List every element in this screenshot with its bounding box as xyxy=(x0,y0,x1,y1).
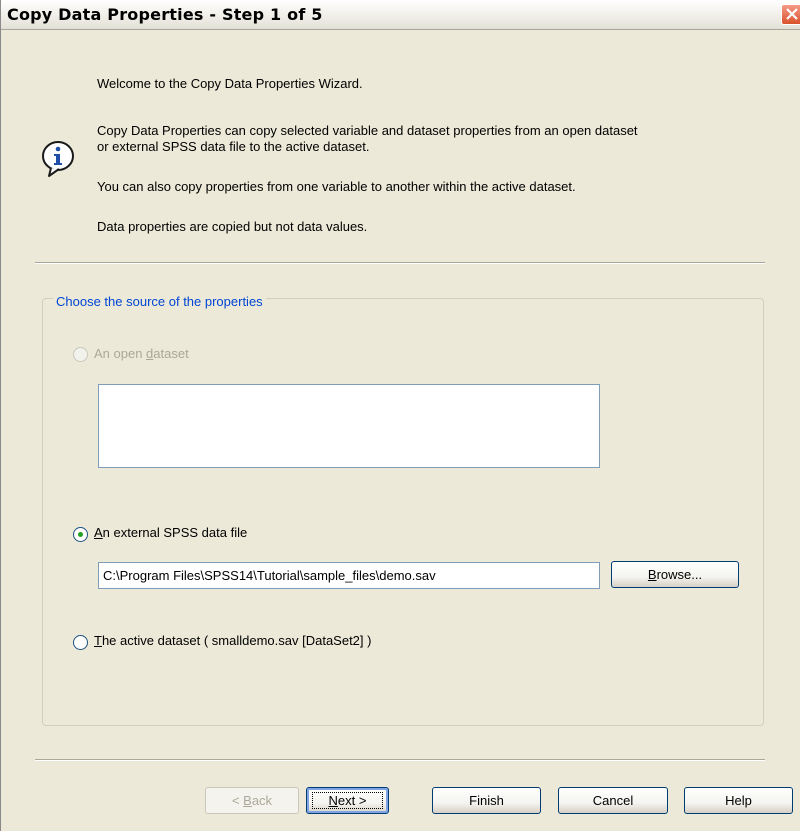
browse-label: rowse... xyxy=(656,567,703,582)
external-file-label[interactable]: An external SPSS data file xyxy=(94,525,247,540)
description-line-1: Copy Data Properties can copy selected v… xyxy=(97,123,638,138)
title-bar[interactable]: Copy Data Properties - Step 1 of 5 xyxy=(1,0,800,30)
back-label: ack xyxy=(251,793,273,808)
wizard-content: Welcome to the Copy Data Properties Wiza… xyxy=(1,30,800,831)
external-file-radio[interactable] xyxy=(73,527,88,542)
focus-rectangle xyxy=(312,792,383,809)
close-icon xyxy=(786,8,798,20)
radio-selected-dot xyxy=(78,532,83,537)
active-dataset-label-post: he active dataset ( smalldemo.sav [DataS… xyxy=(101,633,372,648)
also-copy-text: You can also copy properties from one va… xyxy=(97,179,576,194)
footer-separator xyxy=(35,759,765,761)
back-pre: < xyxy=(231,793,244,808)
dialog-window: Copy Data Properties - Step 1 of 5 Welco… xyxy=(0,0,800,831)
help-button[interactable]: Help xyxy=(684,787,793,814)
info-icon xyxy=(42,141,74,177)
cancel-button[interactable]: Cancel xyxy=(558,787,668,814)
window-title: Copy Data Properties - Step 1 of 5 xyxy=(7,5,323,24)
file-path-input[interactable]: C:\Program Files\SPSS14\Tutorial\sample_… xyxy=(98,562,600,589)
browse-mnemonic: B xyxy=(647,567,657,582)
note-text: Data properties are copied but not data … xyxy=(97,219,368,234)
active-dataset-label-mnemonic: T xyxy=(94,633,102,648)
welcome-text: Welcome to the Copy Data Properties Wiza… xyxy=(97,76,363,91)
browse-button[interactable]: Browse... xyxy=(611,561,739,588)
source-group-box xyxy=(42,298,764,726)
next-button[interactable]: Next > xyxy=(306,787,389,814)
external-file-label-post: n external SPSS data file xyxy=(102,525,248,540)
source-group-legend: Choose the source of the properties xyxy=(53,294,266,309)
header-separator xyxy=(35,262,765,264)
open-dataset-radio[interactable] xyxy=(73,347,88,362)
open-dataset-label[interactable]: An open dataset xyxy=(94,346,189,361)
open-dataset-list[interactable] xyxy=(98,384,600,468)
description-line-2: or external SPSS data file to the active… xyxy=(97,139,370,154)
active-dataset-radio[interactable] xyxy=(73,635,88,650)
finish-button[interactable]: Finish xyxy=(432,787,541,814)
back-mnemonic: B xyxy=(243,793,252,808)
close-button[interactable] xyxy=(781,4,800,25)
open-dataset-label-post: ataset xyxy=(153,346,189,361)
active-dataset-label[interactable]: The active dataset ( smalldemo.sav [Data… xyxy=(94,633,371,648)
open-dataset-label-pre: An open xyxy=(94,346,147,361)
back-button[interactable]: < Back xyxy=(205,787,299,814)
external-file-label-mnemonic: A xyxy=(94,525,103,540)
